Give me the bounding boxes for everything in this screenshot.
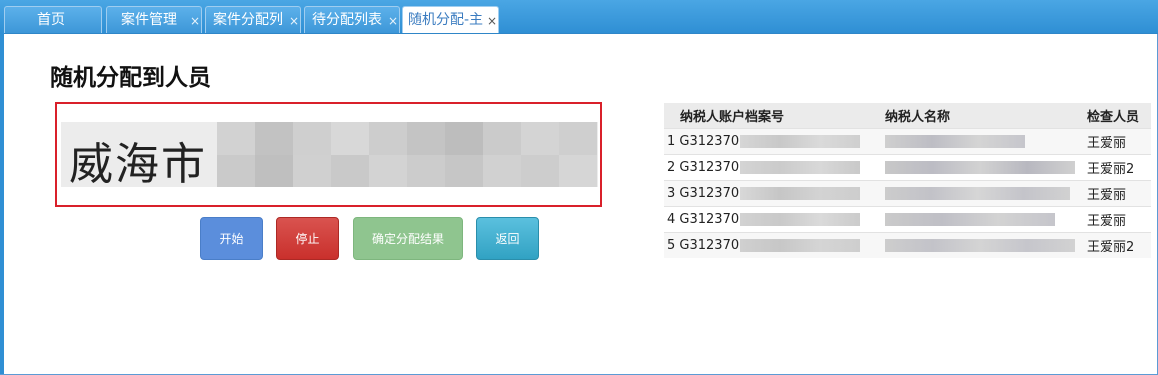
inspector-cell: 王爱丽 (1087, 180, 1151, 207)
account-number: G312370 (679, 134, 740, 149)
random-name-display: 威海市 (55, 102, 602, 207)
redacted-text (740, 187, 860, 200)
redaction-mosaic (369, 122, 407, 155)
taxpayer-name-cell (885, 128, 1087, 155)
redaction-mosaic (217, 122, 255, 155)
close-icon[interactable]: × (487, 8, 497, 34)
tab-label: 案件分配列 (213, 12, 283, 28)
account-number: G312370 (679, 212, 740, 227)
left-edge-bar (0, 33, 4, 374)
taxpayer-name-cell (885, 180, 1087, 207)
account-cell: 2 G312370 (664, 154, 885, 181)
row-index: 5 (667, 238, 676, 253)
redaction-mosaic (559, 155, 597, 187)
row-index: 4 (667, 212, 676, 227)
taxpayer-name-cell (885, 154, 1087, 181)
redaction-mosaic (369, 155, 407, 187)
redacted-text (885, 135, 1025, 148)
redacted-text (740, 135, 860, 148)
row-index: 3 (667, 186, 676, 201)
redacted-text (885, 213, 1055, 226)
account-number: G312370 (679, 186, 740, 201)
redacted-text (885, 161, 1075, 174)
name-display-area: 威海市 (61, 122, 598, 190)
redacted-text (740, 161, 860, 174)
account-cell: 3 G312370 (664, 180, 885, 207)
table-row[interactable]: 2 G312370 王爱丽2 (664, 154, 1151, 181)
redaction-mosaic (445, 122, 483, 155)
close-icon[interactable]: × (388, 8, 398, 34)
account-cell: 1 G312370 (664, 128, 885, 155)
close-icon[interactable]: × (289, 8, 299, 34)
table-row[interactable]: 4 G312370 王爱丽 (664, 206, 1151, 233)
column-header-account: 纳税人账户档案号 (664, 103, 885, 129)
redaction-mosaic (521, 122, 559, 155)
redaction-mosaic (407, 122, 445, 155)
redacted-text (885, 187, 1070, 200)
inspector-cell: 王爱丽 (1087, 206, 1151, 233)
stop-button[interactable]: 停止 (276, 217, 339, 260)
redaction-mosaic (445, 155, 483, 187)
redaction-mosaic (293, 122, 331, 155)
tab-random-assign[interactable]: 随机分配-主 × (402, 6, 499, 33)
tab-pending-list[interactable]: 待分配列表 × (304, 6, 400, 33)
row-index: 1 (667, 134, 676, 149)
start-button[interactable]: 开始 (200, 217, 263, 260)
taxpayer-name-cell (885, 206, 1087, 233)
redacted-text (740, 213, 860, 226)
tab-home[interactable]: 首页 (4, 6, 102, 33)
account-number: G312370 (679, 238, 740, 253)
inspector-cell: 王爱丽2 (1087, 154, 1151, 181)
redaction-mosaic (331, 122, 369, 155)
account-cell: 4 G312370 (664, 206, 885, 233)
tab-bar: 首页 案件管理 × 案件分配列 × 待分配列表 × 随机分配-主 × (0, 0, 1158, 34)
account-cell: 5 G312370 (664, 232, 885, 258)
column-header-taxpayer-name: 纳税人名称 (885, 103, 1087, 129)
account-number: G312370 (679, 160, 740, 175)
tab-label: 随机分配-主 (408, 12, 484, 28)
tab-label: 首页 (37, 12, 65, 28)
redaction-mosaic (255, 122, 293, 155)
assignment-table: 纳税人账户档案号 纳税人名称 检查人员 1 G312370 王爱丽 2 G312… (664, 103, 1151, 258)
redaction-mosaic (255, 155, 293, 187)
redaction-mosaic (483, 122, 521, 155)
redaction-mosaic (407, 155, 445, 187)
redacted-text (885, 239, 1075, 252)
redaction-mosaic (331, 155, 369, 187)
redacted-text (740, 239, 860, 252)
page-title: 随机分配到人员 (50, 65, 211, 91)
table-row[interactable]: 3 G312370 王爱丽 (664, 180, 1151, 207)
row-index: 2 (667, 160, 676, 175)
confirm-assignment-button[interactable]: 确定分配结果 (353, 217, 463, 260)
column-header-inspector: 检查人员 (1087, 103, 1151, 129)
table-header-row: 纳税人账户档案号 纳税人名称 检查人员 (664, 103, 1151, 129)
back-button[interactable]: 返回 (476, 217, 539, 260)
tab-label: 待分配列表 (312, 12, 382, 28)
redaction-mosaic (483, 155, 521, 187)
inspector-cell: 王爱丽2 (1087, 232, 1151, 258)
close-icon[interactable]: × (190, 8, 200, 34)
tab-case-assign-list[interactable]: 案件分配列 × (205, 6, 301, 33)
redaction-mosaic (521, 155, 559, 187)
display-text: 威海市 (69, 139, 207, 190)
tab-case-management[interactable]: 案件管理 × (106, 6, 202, 33)
tab-label: 案件管理 (121, 12, 177, 28)
redaction-mosaic (293, 155, 331, 187)
inspector-cell: 王爱丽 (1087, 128, 1151, 155)
redaction-mosaic (559, 122, 597, 155)
table-row[interactable]: 1 G312370 王爱丽 (664, 128, 1151, 155)
table-row[interactable]: 5 G312370 王爱丽2 (664, 232, 1151, 258)
taxpayer-name-cell (885, 232, 1087, 258)
redaction-mosaic (217, 155, 255, 187)
